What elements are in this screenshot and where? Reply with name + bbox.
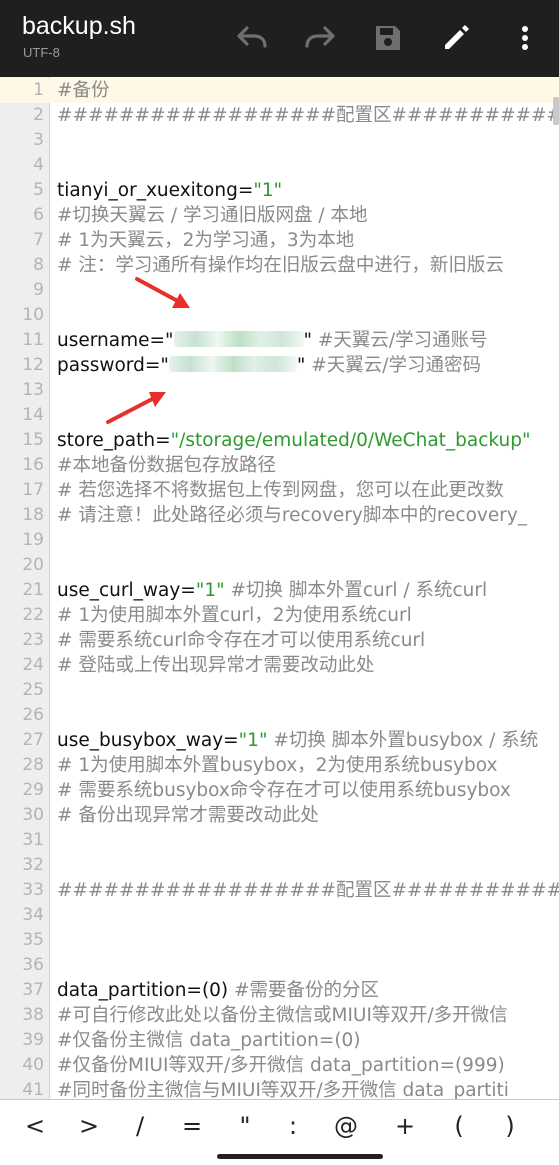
save-icon[interactable] <box>368 18 408 58</box>
redo-icon[interactable] <box>300 18 340 58</box>
arrow-annotation-username <box>135 277 190 308</box>
symbol-key[interactable]: / <box>122 1108 158 1144</box>
symbol-key[interactable]: < <box>17 1108 53 1144</box>
undo-icon[interactable] <box>232 18 272 58</box>
home-indicator <box>217 1154 383 1159</box>
symbol-key[interactable]: ( <box>441 1108 477 1144</box>
annotation-arrows <box>106 277 190 424</box>
symbol-key[interactable]: = <box>174 1108 210 1144</box>
symbol-key[interactable]: ) <box>492 1108 528 1144</box>
symbol-key[interactable]: : <box>275 1108 311 1144</box>
code-editor[interactable]: 1#备份2##################配置区##############… <box>0 77 559 1099</box>
symbol-key[interactable]: @ <box>328 1108 364 1144</box>
symbol-key[interactable]: + <box>387 1108 423 1144</box>
edit-icon[interactable] <box>436 18 476 58</box>
symbol-key[interactable]: " <box>227 1108 263 1144</box>
symbol-key[interactable]: > <box>71 1108 107 1144</box>
more-icon[interactable] <box>505 18 545 58</box>
file-encoding: UTF-8 <box>23 45 60 60</box>
app-toolbar: backup.sh UTF-8 <box>0 0 559 77</box>
file-title: backup.sh <box>22 12 136 40</box>
arrow-annotation-password <box>106 392 166 424</box>
